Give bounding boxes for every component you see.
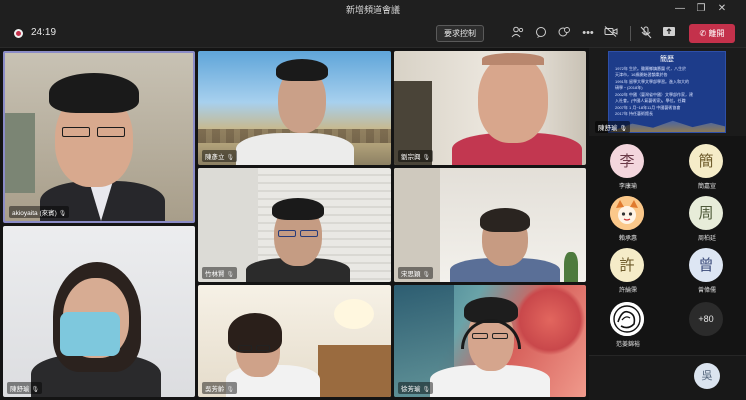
chat-icon[interactable] [533, 26, 549, 40]
video-tile-akioyaita[interactable]: akioyaita (來賓) 🎙 [3, 51, 195, 223]
video-feed [394, 51, 586, 165]
slide-line: 2017年 持任藝術館長 [615, 111, 654, 116]
video-feed [394, 285, 586, 397]
leave-label: 離開 [708, 29, 725, 38]
video-tile-xu-fang-yu[interactable]: 徐芳瑜 🎙 [394, 285, 586, 397]
participant-avatar-item[interactable]: 賴承惠 [589, 196, 667, 242]
video-tile-zhu-lin-xian[interactable]: 竹林賢 🎙 [198, 168, 391, 282]
mic-icon: 🎙 [226, 155, 235, 161]
teams-meeting-window: 新增頻道會議 — ❐ ✕ 24:19 要求控制 ••• ✆ 離開 akioyai… [0, 0, 746, 400]
share-icon[interactable] [661, 26, 677, 40]
video-tile-liu-zong-xing[interactable]: 劉宗興 🎙 [394, 51, 586, 165]
participant-avatar-item[interactable]: 簡 簡嘉宣 [668, 144, 746, 190]
mic-off-icon[interactable] [638, 26, 654, 40]
participant-avatar-item[interactable]: 許 許綸霈 [589, 248, 667, 294]
avatar [610, 196, 644, 230]
participant-name: 簡嘉宣 [697, 184, 716, 190]
video-feed [394, 168, 586, 282]
participant-name: 陳彥立 🎙 [202, 150, 238, 162]
participant-name: 許綸霈 [618, 288, 637, 294]
self-avatar[interactable]: 吳 [694, 363, 720, 389]
mic-icon: 🎙 [422, 272, 431, 278]
participants-icon[interactable] [510, 26, 526, 40]
slide-title: 簡歷 [660, 56, 674, 63]
mic-icon: 🎙 [619, 126, 628, 132]
participant-name: 竹林賢 🎙 [202, 267, 238, 279]
mic-icon: 🎙 [422, 387, 431, 393]
slide-line: 入社會。(中國人氣藝術家)。學位。任職 [615, 98, 686, 103]
self-view-strip [589, 355, 746, 400]
participant-name: 曾偉儒 [697, 288, 716, 294]
mic-icon: 🎙 [226, 387, 235, 393]
more-participants-button[interactable]: +80 [689, 302, 723, 336]
close-icon[interactable]: ✕ [714, 2, 730, 16]
participant-avatar-item[interactable]: 曾 曾偉儒 [668, 248, 746, 294]
avatar: 許 [610, 248, 644, 282]
video-tile-song-si-ying[interactable]: 宋思穎 🎙 [394, 168, 586, 282]
participant-avatar-item[interactable]: 周 周柏廷 [668, 196, 746, 242]
participant-name: 徐芳瑜 🎙 [398, 382, 434, 394]
toolbar-divider [630, 26, 631, 41]
video-feed [5, 53, 193, 221]
right-panel: 簡歷 1972年 生於。雖屬鄉鎮籌圍 代，八生於 天津市，16歲開始習韻樂於各 … [589, 48, 746, 400]
screen-share-tile[interactable]: 簡歷 1972年 生於。雖屬鄉鎮籌圍 代，八生於 天津市，16歲開始習韻樂於各 … [589, 48, 746, 136]
participant-name: 李康瑜 [618, 184, 637, 190]
more-participants-item[interactable]: +80 [668, 302, 746, 342]
participant-avatar-item[interactable]: 李 李康瑜 [589, 144, 667, 190]
title-bar: 新增頻道會議 — ❐ ✕ [0, 0, 746, 18]
minimize-icon[interactable]: — [672, 2, 688, 16]
reactions-icon[interactable] [556, 26, 572, 40]
video-tile-wu-fang-ling[interactable]: 吳芳齡 🎙 [198, 285, 391, 397]
mic-icon: 🎙 [58, 211, 67, 217]
avatar [610, 302, 644, 336]
participant-name: 周柏廷 [697, 236, 716, 242]
avatar: 周 [689, 196, 723, 230]
recording-icon [14, 29, 23, 38]
participant-name: 陳舒瑜 🎙 [7, 382, 43, 394]
video-tile-chen-yan-li[interactable]: 陳彥立 🎙 [198, 51, 391, 165]
window-title: 新增頻道會議 [345, 5, 400, 15]
cartoon-avatar-icon [610, 196, 644, 230]
slide-line: 天津市，16歲開始習韻樂於各 [615, 72, 668, 77]
video-feed [198, 168, 391, 282]
video-feed [3, 226, 195, 397]
participant-name: 宋思穎 🎙 [398, 267, 434, 279]
mic-icon: 🎙 [31, 387, 40, 393]
video-tile-chen-shu-yu[interactable]: 陳舒瑜 🎙 [3, 226, 195, 397]
avatar: 李 [610, 144, 644, 178]
slide-line: 碩學・(2018年) [615, 85, 643, 90]
participant-name: 范姜錦裕 [615, 342, 640, 348]
leave-button[interactable]: ✆ 離開 [689, 24, 735, 43]
participant-name: 賴承惠 [618, 236, 637, 242]
presenter-name: 陳舒瑜 🎙 [595, 121, 631, 133]
mic-icon: 🎙 [422, 155, 431, 161]
participant-avatar-item[interactable]: 范姜錦裕 [589, 302, 667, 348]
avatar: 曾 [689, 248, 723, 282]
avatar: 簡 [689, 144, 723, 178]
camera-off-icon[interactable] [603, 26, 619, 40]
video-feed [198, 51, 391, 165]
mic-icon: 🎙 [226, 272, 235, 278]
meeting-toolbar: 24:19 要求控制 ••• ✆ 離開 [0, 18, 746, 48]
video-feed [198, 285, 391, 397]
more-icon[interactable]: ••• [580, 26, 596, 40]
participant-name: 吳芳齡 🎙 [202, 382, 238, 394]
logo-avatar-icon [610, 302, 644, 336]
meeting-timer: 24:19 [31, 27, 57, 38]
participant-name: 劉宗興 🎙 [398, 150, 434, 162]
restore-icon[interactable]: ❐ [693, 2, 709, 16]
request-control-button[interactable]: 要求控制 [436, 25, 484, 42]
participant-name: akioyaita (來賓) 🎙 [9, 206, 70, 218]
